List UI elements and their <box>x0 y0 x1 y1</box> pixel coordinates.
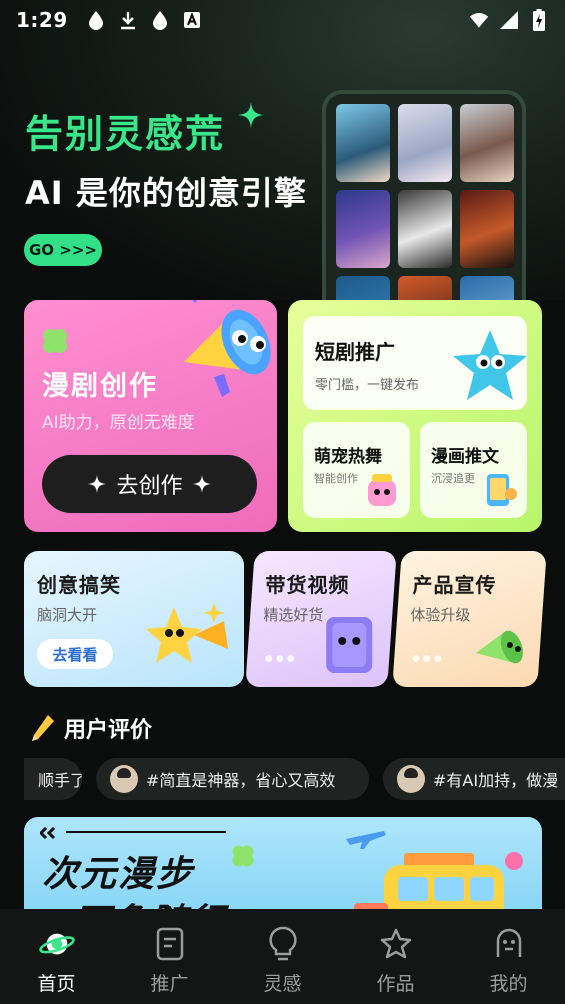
nav-works[interactable]: 作品 <box>339 909 452 1004</box>
nav-works-label: 作品 <box>376 973 415 995</box>
review-pill[interactable]: 顺手了 <box>24 758 82 800</box>
lightbulb-icon <box>264 925 302 963</box>
avatar <box>397 765 425 793</box>
go-create-button[interactable]: 去创作 <box>42 455 257 513</box>
comic-post-subtitle: 沉浸追更 <box>431 472 475 485</box>
star-mascot-icon <box>453 330 527 400</box>
drop-icon <box>86 10 106 30</box>
pet-dance-card[interactable]: 萌宠热舞 智能创作 <box>303 422 410 518</box>
battery-icon <box>529 9 549 31</box>
clover-icon <box>43 329 67 353</box>
sparkle-icon <box>238 102 264 128</box>
reviews-title: 用户评价 <box>64 718 153 743</box>
nav-inspiration-label: 灵感 <box>263 973 302 995</box>
review-text: #有AI加持，做漫 <box>433 771 559 790</box>
signal-icon <box>499 10 519 30</box>
nav-home[interactable]: 首页 <box>0 909 113 1004</box>
avatar <box>110 765 138 793</box>
drop-icon <box>150 10 170 30</box>
nav-inspiration[interactable]: 灵感 <box>226 909 339 1004</box>
review-pill[interactable]: #简直是神器，省心又高效 <box>96 758 369 800</box>
divider <box>66 831 226 833</box>
creative-funny-card[interactable]: 创意搞笑 脑洞大开 去看看 <box>24 551 244 687</box>
sparkle-icon <box>88 475 107 493</box>
hero-title: 告别灵感荒 <box>25 112 226 156</box>
carousel-dots <box>412 655 442 662</box>
go-create-label: 去创作 <box>116 474 183 499</box>
artwork-thumbnail[interactable] <box>398 104 452 182</box>
sparkle-icon <box>192 475 211 493</box>
product-promo-subtitle: 体验升级 <box>410 606 471 624</box>
carousel-dots <box>265 655 295 662</box>
pet-mascot-icon <box>368 474 396 506</box>
product-video-subtitle: 精选好货 <box>263 606 324 624</box>
short-drama-promo-card[interactable]: 短剧推广 零门槛，一键发布 <box>303 316 527 410</box>
download-icon <box>118 10 138 30</box>
review-text: 顺手了 <box>38 771 82 790</box>
banner-title-line1: 次元漫步 <box>42 854 195 895</box>
product-promo-title: 产品宣传 <box>412 573 497 597</box>
planet-icon <box>38 925 76 963</box>
reviews-header: 用户评价 <box>30 712 152 744</box>
star-box-icon <box>377 925 415 963</box>
pet-dance-title: 萌宠热舞 <box>314 447 382 467</box>
status-time: 1:29 <box>16 8 68 32</box>
megaphone-mascot-icon <box>184 300 271 397</box>
artwork-thumbnail[interactable] <box>460 104 514 182</box>
nav-profile-label: 我的 <box>489 973 528 995</box>
product-video-card[interactable]: 带货视频 精选好货 <box>245 551 397 687</box>
phone-mascot-icon <box>487 474 517 506</box>
profile-icon <box>490 925 528 963</box>
artwork-thumbnail[interactable] <box>336 104 390 182</box>
artwork-thumbnail[interactable] <box>398 190 452 268</box>
comic-drama-subtitle: AI助力，原创无难度 <box>42 413 195 433</box>
artwork-thumbnail[interactable] <box>460 190 514 268</box>
book-mascot-icon <box>326 617 373 673</box>
quote-mark-icon <box>40 827 56 839</box>
comic-post-card[interactable]: 漫画推文 沉浸追更 <box>420 422 527 518</box>
product-promo-card[interactable]: 产品宣传 体验升级 <box>392 551 547 687</box>
review-text: #简直是神器，省心又高效 <box>146 771 336 790</box>
clover-icon <box>232 845 254 867</box>
nav-home-label: 首页 <box>37 973 76 995</box>
creative-funny-subtitle: 脑洞大开 <box>37 606 98 624</box>
go-button[interactable]: GO >>> <box>24 234 102 266</box>
comic-drama-title: 漫剧创作 <box>42 371 158 402</box>
showcase-phone <box>322 90 526 320</box>
nav-promote-label: 推广 <box>150 973 189 995</box>
go-see-button[interactable]: 去看看 <box>37 639 113 669</box>
pet-dance-subtitle: 智能创作 <box>314 472 358 485</box>
star-megaphone-mascot-icon <box>146 603 228 663</box>
short-drama-subtitle: 零门槛，一键发布 <box>315 378 420 393</box>
pencil-icon <box>32 715 54 741</box>
comic-post-title: 漫画推文 <box>431 447 499 467</box>
green-megaphone-icon <box>475 630 523 664</box>
status-bar: 1:29 <box>0 0 565 40</box>
bottom-nav: 首页 推广 灵感 作品 我的 <box>0 909 565 1004</box>
nav-profile[interactable]: 我的 <box>452 909 565 1004</box>
short-drama-title: 短剧推广 <box>315 340 395 364</box>
document-icon <box>151 925 189 963</box>
product-video-title: 带货视频 <box>265 573 350 597</box>
hero-subtitle: AI 是你的创意引擎 <box>25 174 307 212</box>
wifi-icon <box>469 10 489 30</box>
artwork-thumbnail[interactable] <box>336 190 390 268</box>
nav-promote[interactable]: 推广 <box>113 909 226 1004</box>
comic-drama-card[interactable]: 漫剧创作 AI助力，原创无难度 去创作 <box>24 300 277 532</box>
review-pill[interactable]: #有AI加持，做漫 <box>383 758 565 800</box>
text-box-icon <box>182 10 202 30</box>
creative-funny-title: 创意搞笑 <box>37 573 121 597</box>
feature-group-card: 短剧推广 零门槛，一键发布 萌宠热舞 智能创作 漫画推文 沉浸追更 <box>288 300 542 532</box>
